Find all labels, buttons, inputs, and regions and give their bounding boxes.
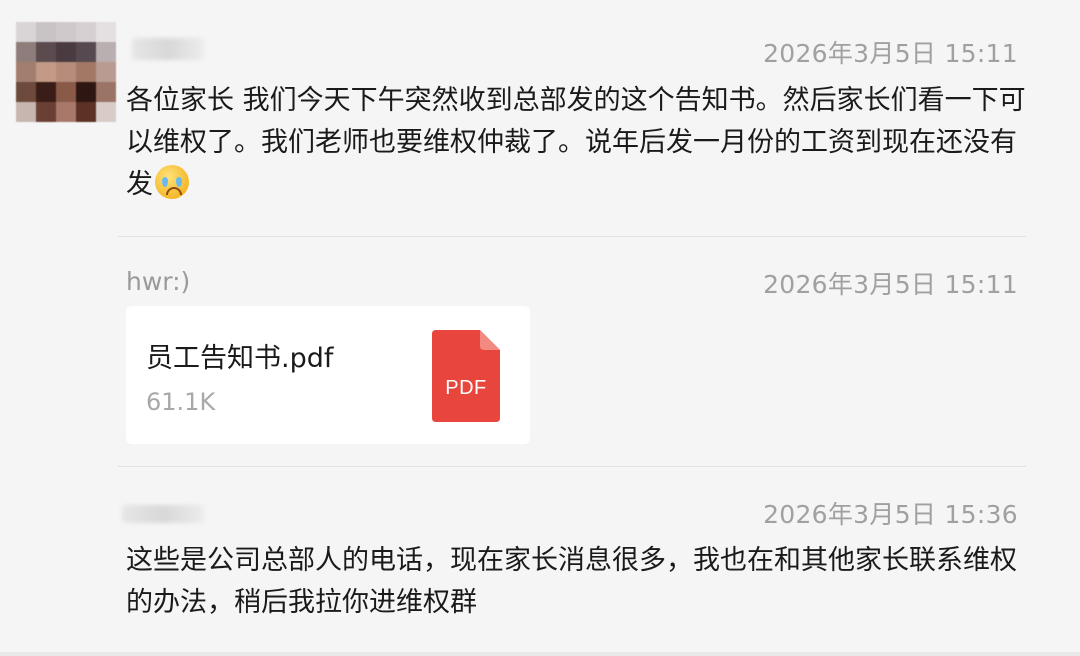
chat-message: 2026年3月5日 15:11 各位家长 我们今天下午突然收到总部发的这个告知书… [0, 0, 1080, 236]
pdf-file-icon-shape [432, 330, 500, 422]
message-text-content: 各位家长 我们今天下午突然收到总部发的这个告知书。然后家长们看一下可以维权了。我… [126, 85, 1026, 200]
message-text[interactable]: 各位家长 我们今天下午突然收到总部发的这个告知书。然后家长们看一下可以维权了。我… [126, 80, 1026, 206]
file-attachment-card[interactable]: 员工告知书.pdf 61.1K PDF [126, 306, 530, 444]
file-size: 61.1K [146, 388, 216, 416]
file-name: 员工告知书.pdf [146, 343, 334, 374]
message-text[interactable]: 这些是公司总部人的电话，现在家长消息很多，我也在和其他家长联系维权的办法，稍后我… [126, 540, 1026, 624]
pdf-file-icon: PDF [432, 330, 500, 422]
chat-message: 2026年3月5日 15:36 这些是公司总部人的电话，现在家长消息很多，我也在… [0, 467, 1080, 652]
avatar[interactable] [16, 22, 116, 122]
sender-name-redacted [122, 505, 204, 523]
crying-face-icon [155, 165, 189, 199]
chat-history: 2026年3月5日 15:11 各位家长 我们今天下午突然收到总部发的这个告知书… [0, 0, 1080, 656]
message-timestamp: 2026年3月5日 15:11 [763, 39, 1018, 68]
message-timestamp: 2026年3月5日 15:36 [763, 500, 1018, 529]
sender-name[interactable]: hwr:) [126, 267, 190, 296]
sender-name-redacted [132, 38, 204, 60]
bottom-border [0, 652, 1080, 656]
pdf-icon-label: PDF [445, 377, 487, 399]
message-timestamp: 2026年3月5日 15:11 [763, 270, 1018, 299]
